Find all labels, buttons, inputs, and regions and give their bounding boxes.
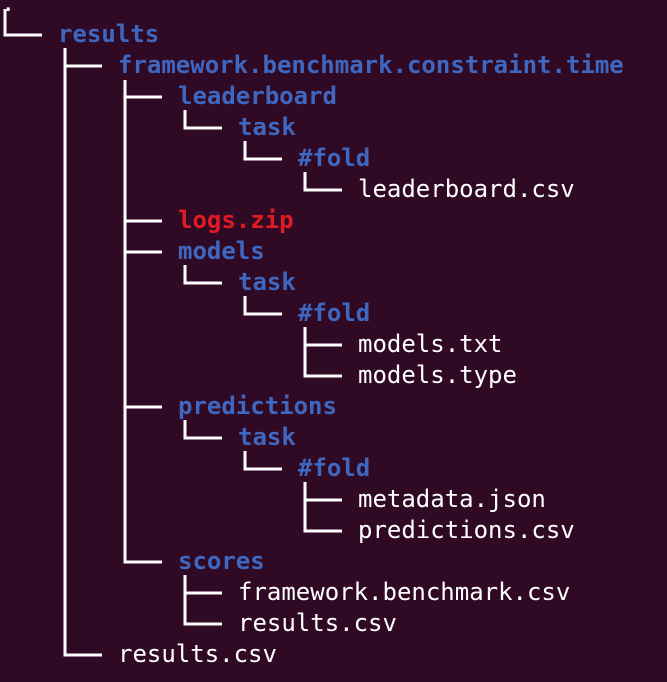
file-framework-benchmark-csv: framework.benchmark.csv <box>238 578 571 606</box>
file-logs-zip: logs.zip <box>178 206 294 234</box>
dir-leaderboard-fold: #fold <box>298 144 371 172</box>
dir-predictions: predictions <box>178 392 337 420</box>
dir-framework-benchmark-constraint-time: framework.benchmark.constraint.time <box>118 51 624 79</box>
dir-scores: scores <box>178 547 265 575</box>
dir-models-fold: #fold <box>298 299 371 327</box>
dir-models-task: task <box>238 268 296 296</box>
terminal-window: . results framework.benchmark.constraint… <box>0 0 667 682</box>
file-scores-results-csv: results.csv <box>238 609 397 637</box>
file-predictions-csv: predictions.csv <box>358 516 575 544</box>
file-leaderboard-csv: leaderboard.csv <box>358 175 575 203</box>
file-results-csv: results.csv <box>118 640 277 668</box>
dir-leaderboard: leaderboard <box>178 82 337 110</box>
dir-predictions-task: task <box>238 423 296 451</box>
file-models-txt: models.txt <box>358 330 503 358</box>
dir-results: results <box>58 20 160 48</box>
file-models-type: models.type <box>358 361 517 389</box>
dir-predictions-fold: #fold <box>298 454 371 482</box>
dir-models: models <box>178 237 265 265</box>
file-metadata-json: metadata.json <box>358 485 546 513</box>
tree-root-dot: . <box>1 0 16 17</box>
dir-leaderboard-task: task <box>238 113 296 141</box>
